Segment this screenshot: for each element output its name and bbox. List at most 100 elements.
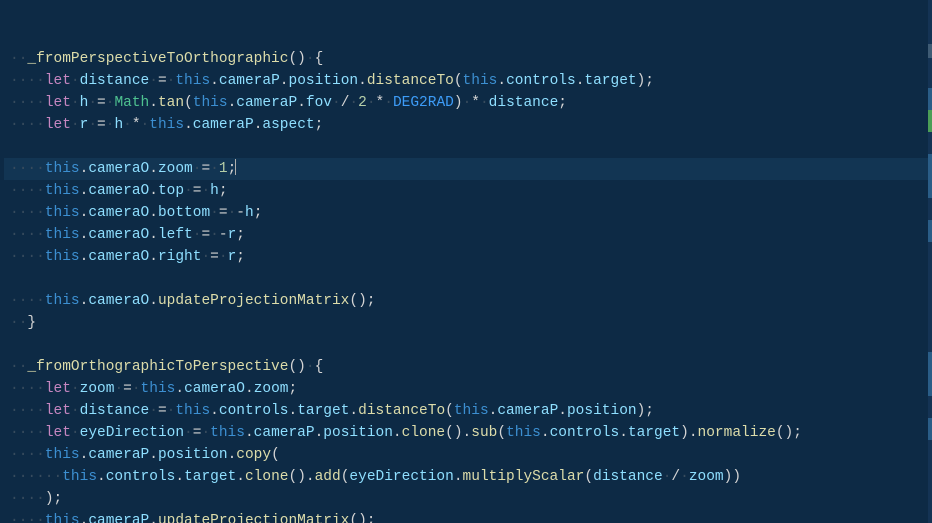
token-punct: ( bbox=[584, 469, 593, 485]
token-punct: ); bbox=[637, 403, 654, 419]
overview-ruler-marker[interactable] bbox=[928, 352, 932, 374]
token-ws: ···· bbox=[10, 491, 45, 507]
token-prop-light: cameraP bbox=[219, 73, 280, 89]
token-op: * bbox=[471, 95, 480, 111]
token-op: = bbox=[201, 227, 210, 243]
token-punct: . bbox=[97, 469, 106, 485]
token-ws: ·· bbox=[10, 359, 27, 375]
code-line[interactable] bbox=[4, 268, 932, 290]
token-var: distance bbox=[593, 469, 663, 485]
token-prop-light: cameraO bbox=[88, 227, 149, 243]
token-num: 2 bbox=[358, 95, 367, 111]
token-prop-light: cameraP bbox=[88, 513, 149, 523]
token-punct: . bbox=[245, 425, 254, 441]
token-var: zoom bbox=[689, 469, 724, 485]
token-prop-light: target bbox=[628, 425, 680, 441]
code-line[interactable]: ····); bbox=[4, 488, 932, 510]
token-ws: · bbox=[88, 117, 97, 133]
token-punct: ; bbox=[558, 95, 567, 111]
overview-ruler-marker[interactable] bbox=[928, 154, 932, 176]
code-line[interactable]: ··} bbox=[4, 312, 932, 334]
code-line[interactable]: ····this.cameraP.position.copy( bbox=[4, 444, 932, 466]
code-line[interactable]: ····this.cameraO.left·=·-r; bbox=[4, 224, 932, 246]
token-op: = bbox=[158, 73, 167, 89]
scroll-thumb[interactable] bbox=[928, 44, 932, 58]
token-fndef: _fromOrthographicToPerspective bbox=[27, 359, 288, 375]
code-editor[interactable]: ··_fromPerspectiveToOrthographic()·{····… bbox=[0, 0, 932, 523]
token-prop-light: cameraO bbox=[88, 249, 149, 265]
token-prop-light: target bbox=[184, 469, 236, 485]
code-content[interactable]: ··_fromPerspectiveToOrthographic()·{····… bbox=[4, 48, 932, 523]
code-line[interactable]: ····this.cameraO.updateProjectionMatrix(… bbox=[4, 290, 932, 312]
code-line[interactable]: ··_fromPerspectiveToOrthographic()·{ bbox=[4, 48, 932, 70]
code-line[interactable]: ····let·distance·=·this.controls.target.… bbox=[4, 400, 932, 422]
token-ws: · bbox=[141, 117, 150, 133]
token-num: 1 bbox=[219, 161, 228, 177]
token-ws: · bbox=[71, 403, 80, 419]
token-ws: · bbox=[332, 95, 341, 111]
token-var: r bbox=[228, 249, 237, 265]
token-ws: · bbox=[210, 227, 219, 243]
code-line[interactable]: ····let·r·=·h·*·this.cameraP.aspect; bbox=[4, 114, 932, 136]
token-op: = bbox=[210, 249, 219, 265]
token-ws: · bbox=[149, 73, 158, 89]
token-punct: . bbox=[245, 381, 254, 397]
code-line[interactable] bbox=[4, 334, 932, 356]
overview-ruler-marker[interactable] bbox=[928, 88, 932, 110]
token-punct: . bbox=[228, 95, 237, 111]
token-var: eyeDirection bbox=[349, 469, 453, 485]
overview-ruler-marker[interactable] bbox=[928, 418, 932, 440]
token-op: = bbox=[158, 403, 167, 419]
token-prop-light: cameraP bbox=[236, 95, 297, 111]
token-prop-light: zoom bbox=[254, 381, 289, 397]
code-line[interactable]: ··_fromOrthographicToPerspective()·{ bbox=[4, 356, 932, 378]
token-op: / bbox=[671, 469, 680, 485]
token-prop-light: aspect bbox=[262, 117, 314, 133]
token-prop-light: right bbox=[158, 249, 202, 265]
token-this: this bbox=[62, 469, 97, 485]
overview-ruler-marker[interactable] bbox=[928, 110, 932, 132]
overview-ruler-marker[interactable] bbox=[928, 374, 932, 396]
token-ws: · bbox=[149, 403, 158, 419]
token-ws: ···· bbox=[10, 249, 45, 265]
code-line[interactable]: ····this.cameraO.bottom·=·-h; bbox=[4, 202, 932, 224]
token-fn: add bbox=[315, 469, 341, 485]
token-punct: ; bbox=[236, 249, 245, 265]
code-line[interactable]: ····this.cameraO.right·=·r; bbox=[4, 246, 932, 268]
code-line[interactable]: ····let·eyeDirection·=·this.cameraP.posi… bbox=[4, 422, 932, 444]
code-line[interactable]: ····let·zoom·=·this.cameraO.zoom; bbox=[4, 378, 932, 400]
code-line[interactable]: ····this.cameraP.updateProjectionMatrix(… bbox=[4, 510, 932, 523]
token-this: this bbox=[175, 73, 210, 89]
token-punct: . bbox=[289, 403, 298, 419]
token-ws: · bbox=[201, 425, 210, 441]
token-ws: ···· bbox=[10, 403, 45, 419]
token-obj: Math bbox=[114, 95, 149, 111]
token-ws: ·· bbox=[10, 315, 27, 331]
code-line[interactable] bbox=[4, 136, 932, 158]
token-ws: · bbox=[367, 95, 376, 111]
token-fn: updateProjectionMatrix bbox=[158, 293, 349, 309]
code-line[interactable]: ····this.cameraO.top·=·h; bbox=[4, 180, 932, 202]
token-ws: ···· bbox=[10, 205, 45, 221]
token-fn: clone bbox=[402, 425, 446, 441]
code-line[interactable]: ····let·distance·=·this.cameraP.position… bbox=[4, 70, 932, 92]
token-var: h bbox=[245, 205, 254, 221]
token-fn: tan bbox=[158, 95, 184, 111]
code-line[interactable]: ······this.controls.target.clone().add(e… bbox=[4, 466, 932, 488]
token-punct: ; bbox=[315, 117, 324, 133]
token-ws: · bbox=[71, 73, 80, 89]
overview-ruler-marker[interactable] bbox=[928, 220, 932, 242]
token-prop-light: controls bbox=[506, 73, 576, 89]
code-line[interactable]: ····this.cameraO.zoom·=·1; bbox=[4, 158, 932, 180]
token-op: = bbox=[219, 205, 228, 221]
token-prop-light: position bbox=[323, 425, 393, 441]
scrollbar[interactable] bbox=[928, 0, 932, 523]
token-punct: } bbox=[27, 315, 36, 331]
token-ws: ···· bbox=[10, 381, 45, 397]
token-ws: · bbox=[123, 117, 132, 133]
overview-ruler-marker[interactable] bbox=[928, 176, 932, 198]
token-var: h bbox=[114, 117, 123, 133]
token-punct: ) bbox=[454, 95, 463, 111]
token-prop-light: left bbox=[158, 227, 193, 243]
code-line[interactable]: ····let·h·=·Math.tan(this.cameraP.fov·/·… bbox=[4, 92, 932, 114]
